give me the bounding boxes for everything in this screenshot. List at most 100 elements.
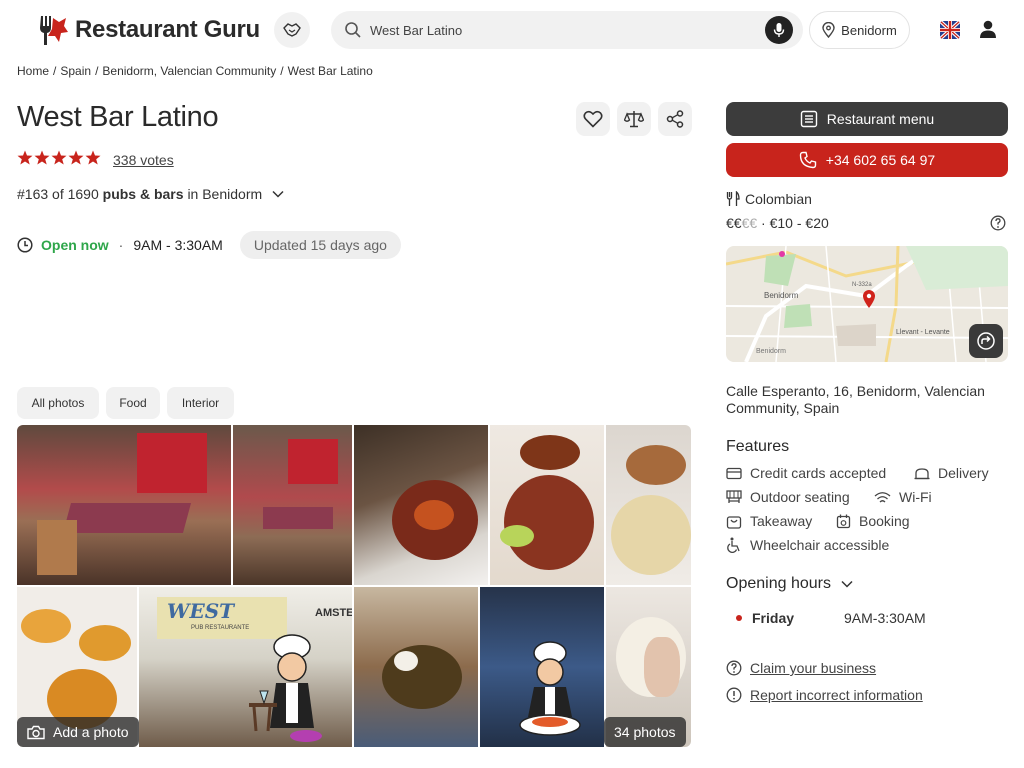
photo-gallery: WEST PUB RESTAURANTE AMSTE Add a photo 3… (17, 425, 691, 747)
site-logo[interactable]: Restaurant Guru (33, 12, 260, 48)
phone-number: +34 602 65 64 97 (825, 152, 936, 168)
user-account-button[interactable] (978, 19, 998, 42)
restaurant-title: West Bar Latino (17, 101, 219, 133)
search-input[interactable] (370, 22, 750, 38)
breadcrumb: Home / Spain / Benidorm, Valencian Communi… (17, 64, 373, 78)
directions-icon (977, 332, 995, 350)
tab-interior[interactable]: Interior (167, 387, 234, 419)
feature-outdoor-seating: Outdoor seating (726, 489, 850, 505)
phone-icon (799, 151, 816, 169)
chef-mascot-icon (519, 641, 581, 736)
breadcrumb-home[interactable]: Home (17, 64, 49, 78)
address-text: Calle Esperanto, 16, Benidorm, Valencian… (726, 383, 985, 416)
favorite-button[interactable] (576, 102, 610, 136)
sign-sub-text: PUB RESTAURANTE (191, 625, 250, 631)
hours-today: 9AM - 3:30AM (133, 237, 223, 253)
photo-count-label: 34 photos (614, 724, 676, 740)
share-icon (666, 110, 684, 128)
price-row: €€€€ · €10 - €20 (726, 215, 829, 231)
star-icon (51, 150, 67, 165)
outdoor-seating-icon (726, 490, 742, 503)
open-status: Open now (41, 237, 109, 253)
logo-icon (40, 16, 68, 45)
report-info-link[interactable]: Report incorrect information (726, 687, 923, 703)
separator: · (118, 237, 124, 253)
location-selector[interactable]: Benidorm (809, 11, 910, 49)
phone-button[interactable]: +34 602 65 64 97 (726, 143, 1008, 177)
price-level-active: €€ (726, 215, 742, 231)
sign-right-text: AMSTE (315, 607, 352, 619)
opening-hours-title: Opening hours (726, 575, 831, 592)
gallery-photo-interior-2[interactable] (233, 425, 352, 585)
gallery-photo-food-1[interactable] (354, 425, 488, 585)
search-bar[interactable] (331, 11, 803, 49)
user-icon (980, 20, 996, 38)
microphone-icon (773, 23, 785, 37)
breadcrumb-country[interactable]: Spain (60, 64, 91, 78)
claim-business-link[interactable]: Claim your business (726, 660, 876, 676)
hours-row: Open now · 9AM - 3:30AM Updated 15 days … (17, 231, 401, 259)
cuisine-label: Colombian (745, 191, 812, 207)
share-button[interactable] (658, 102, 692, 136)
language-flag-icon[interactable] (940, 21, 960, 39)
voice-search-button[interactable] (765, 16, 793, 44)
map-label-benidorm-2: Benidorm (756, 348, 786, 355)
question-icon (726, 660, 742, 676)
location-map[interactable]: Benidorm Llevant - Levante N-332a Benido… (726, 246, 1008, 362)
feature-credit-cards: Credit cards accepted (726, 465, 886, 481)
site-header: Restaurant Guru Benidorm (0, 0, 1024, 60)
feature-wheelchair: Wheelchair accessible (726, 537, 889, 553)
gallery-photo-exterior[interactable]: WEST PUB RESTAURANTE AMSTE (139, 587, 352, 747)
cutlery-icon (726, 191, 740, 206)
handshake-button[interactable] (274, 12, 310, 48)
gallery-photo-food-2[interactable] (490, 425, 604, 585)
chevron-down-icon (272, 190, 284, 198)
updated-badge: Updated 15 days ago (239, 231, 401, 259)
location-label: Benidorm (841, 22, 897, 38)
chef-mascot-icon (249, 634, 322, 742)
menu-button-label: Restaurant menu (826, 111, 935, 127)
gallery-photo-food-5[interactable] (354, 587, 478, 747)
add-photo-label: Add a photo (53, 724, 129, 740)
search-icon (345, 22, 361, 38)
features-title: Features (726, 438, 790, 455)
votes-link[interactable]: 338 votes (113, 152, 174, 168)
breadcrumb-city[interactable]: Benidorm, Valencian Community (102, 64, 276, 78)
star-icon (68, 150, 84, 165)
wifi-icon (874, 491, 891, 502)
breadcrumb-current: West Bar Latino (287, 64, 373, 78)
cuisine-row: Colombian (726, 191, 812, 207)
feature-delivery: Delivery (914, 465, 989, 481)
price-help-icon[interactable] (990, 215, 1006, 234)
tab-food[interactable]: Food (106, 387, 160, 419)
camera-icon (27, 725, 45, 739)
heart-icon (583, 110, 603, 128)
map-label-benidorm: Benidorm (764, 291, 799, 300)
restaurant-menu-button[interactable]: Restaurant menu (726, 102, 1008, 136)
gallery-photo-interior-1[interactable] (17, 425, 231, 585)
map-label-levante: Llevant - Levante (896, 329, 950, 336)
chevron-down-icon (841, 580, 853, 588)
feature-takeaway: Takeaway (726, 513, 812, 529)
today-indicator (736, 615, 742, 621)
photo-count-button[interactable]: 34 photos (604, 717, 686, 747)
clock-icon (17, 237, 33, 253)
ranking-row[interactable]: #163 of 1690 pubs & bars in Benidorm (17, 186, 284, 202)
opening-time: 9AM-3:30AM (844, 610, 926, 626)
feature-booking: Booking (836, 513, 910, 529)
booking-calendar-icon (836, 514, 851, 528)
sign-west-text: WEST (167, 599, 235, 623)
add-photo-button[interactable]: Add a photo (17, 717, 139, 747)
opening-hours-row: Friday 9AM-3:30AM (736, 610, 926, 626)
alert-icon (726, 687, 742, 703)
location-pin-icon (822, 22, 835, 38)
opening-hours-toggle[interactable]: Opening hours (726, 575, 853, 593)
map-label-road: N-332a (852, 282, 872, 288)
compare-button[interactable] (617, 102, 651, 136)
gallery-photo-food-6[interactable] (480, 587, 604, 747)
tab-all-photos[interactable]: All photos (17, 387, 99, 419)
gallery-photo-food-3[interactable] (606, 425, 691, 585)
menu-list-icon (800, 110, 817, 128)
credit-card-icon (726, 467, 742, 479)
directions-button[interactable] (969, 324, 1003, 358)
